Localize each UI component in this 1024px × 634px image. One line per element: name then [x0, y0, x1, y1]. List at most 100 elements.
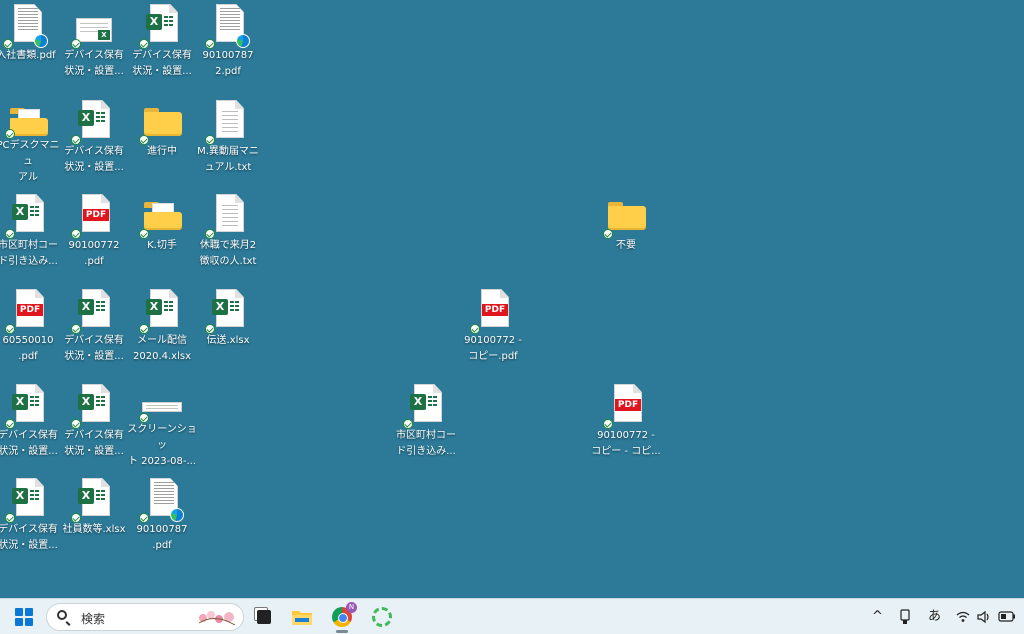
- green-ring-app-button[interactable]: [368, 603, 396, 631]
- text-file-icon: [205, 100, 248, 145]
- excel-icon: X: [5, 194, 48, 239]
- desktop-icon-screenshot[interactable]: スクリーンショッ ト 2023-08-...: [127, 380, 197, 470]
- excel-icon: X: [71, 289, 114, 334]
- icon-label: 入社書類.pdf: [0, 50, 56, 61]
- wifi-icon[interactable]: [956, 611, 970, 623]
- pdf-scan-icon: [139, 478, 184, 523]
- sync-check-icon: [71, 135, 81, 145]
- sync-check-icon: [139, 39, 149, 49]
- excel-icon: X: [5, 384, 48, 429]
- desktop-icon-excel[interactable]: X メール配信 2020.4.xlsx: [130, 285, 194, 375]
- icon-label: デバイス保有 状況・設置...: [64, 50, 124, 77]
- desktop-icon-excel[interactable]: X デバイス保有 状況・設置...: [130, 0, 194, 90]
- icon-label: デバイス保有 状況・設置...: [64, 335, 124, 362]
- excel-icon: X: [71, 384, 114, 429]
- desktop-icon-excel[interactable]: X デバイス保有 状況・設置...: [62, 380, 126, 470]
- sync-check-icon: [139, 513, 149, 523]
- task-view-button[interactable]: [250, 603, 278, 631]
- icon-label: デバイス保有 状況・設置...: [0, 430, 58, 457]
- desktop-icon-excel[interactable]: X 伝送.xlsx: [196, 285, 260, 375]
- volume-icon[interactable]: [976, 610, 992, 624]
- icon-label: 休職で来月2 徴収の人.txt: [199, 240, 257, 267]
- ime-indicator[interactable]: あ: [928, 607, 941, 627]
- icon-label: 不要: [616, 240, 636, 251]
- icon-label: 60550010 .pdf: [2, 335, 54, 362]
- start-button[interactable]: [10, 603, 38, 631]
- icon-label: デバイス保有 状況・設置...: [64, 146, 124, 173]
- icon-label: デバイス保有 状況・設置...: [64, 430, 124, 457]
- icon-label: 進行中: [147, 146, 177, 157]
- excel-icon: X: [5, 478, 48, 523]
- desktop-icon-pdf[interactable]: PDF 60550010 .pdf: [0, 285, 60, 375]
- sync-check-icon: [71, 513, 81, 523]
- desktop-icon-pdf[interactable]: 90100787 2.pdf: [196, 0, 260, 90]
- pdf-icon: PDF: [603, 384, 646, 429]
- desktop-icon-pdf[interactable]: 90100787 .pdf: [130, 474, 194, 564]
- task-view-icon: [257, 610, 271, 624]
- icon-label: 90100772 - コピー - コピ...: [591, 430, 661, 457]
- icon-label: 伝送.xlsx: [206, 335, 250, 346]
- sync-check-icon: [5, 513, 15, 523]
- folder-icon: [139, 100, 182, 145]
- desktop-icon-folder[interactable]: PCデスクマニュ アル: [0, 96, 60, 186]
- sync-check-icon: [5, 419, 15, 429]
- search-placeholder: 検索: [81, 612, 106, 626]
- desktop-icon-excel[interactable]: X デバイス保有 状況・設置...: [62, 0, 126, 90]
- icon-label: 市区町村コー ド引き込み...: [0, 240, 58, 267]
- usb-device-icon[interactable]: [900, 609, 910, 625]
- edge-icon: [236, 34, 250, 48]
- file-explorer-button[interactable]: [288, 603, 316, 631]
- desktop-icon-excel[interactable]: X 市区町村コー ド引き込み...: [394, 380, 458, 470]
- search-icon: [57, 610, 67, 620]
- desktop-icon-folder[interactable]: 不要: [594, 190, 658, 280]
- sync-check-icon: [139, 413, 149, 423]
- desktop-icon-folder[interactable]: K.切手: [130, 190, 194, 280]
- sync-check-icon: [205, 324, 215, 334]
- desktop-icon-excel[interactable]: X デバイス保有 状況・設置...: [0, 380, 60, 470]
- icon-label: 90100787 .pdf: [136, 524, 188, 551]
- desktop-icon-pdf[interactable]: PDF 90100772 - コピー.pdf: [461, 285, 525, 375]
- desktop-icon-excel[interactable]: X 社員数等.xlsx: [62, 474, 126, 564]
- sync-check-icon: [205, 135, 215, 145]
- icon-label: スクリーンショッ ト 2023-08-...: [127, 424, 197, 467]
- desktop-icon-excel[interactable]: X デバイス保有 状況・設置...: [62, 96, 126, 186]
- desktop-icon-pdf[interactable]: 入社書類.pdf: [0, 0, 58, 90]
- sync-check-icon: [71, 419, 81, 429]
- pdf-scan-icon: [205, 4, 250, 49]
- desktop-icon-excel[interactable]: X デバイス保有 状況・設置...: [0, 474, 60, 564]
- battery-icon[interactable]: [998, 611, 1016, 622]
- folder-icon: [139, 194, 182, 239]
- icon-label: 90100772 - コピー.pdf: [464, 335, 522, 362]
- folder-icon: [603, 194, 646, 239]
- excel-icon: X: [139, 4, 182, 49]
- sync-check-icon: [71, 39, 81, 49]
- sync-check-icon: [403, 419, 413, 429]
- desktop-icon-excel[interactable]: X デバイス保有 状況・設置...: [62, 285, 126, 375]
- desktop-icon-text[interactable]: M.異動届マニ ュアル.txt: [196, 96, 260, 186]
- edge-icon: [170, 508, 184, 522]
- running-indicator: [336, 630, 348, 633]
- excel-icon: X: [71, 100, 114, 145]
- chrome-button[interactable]: N: [328, 602, 357, 633]
- desktop-icon-pdf[interactable]: PDF 90100772 .pdf: [62, 190, 126, 280]
- sync-check-icon: [603, 229, 613, 239]
- desktop-icon-excel[interactable]: X 市区町村コー ド引き込み...: [0, 190, 60, 280]
- pdf-icon: PDF: [470, 289, 513, 334]
- icon-label: デバイス保有 状況・設置...: [0, 524, 58, 551]
- excel-icon: X: [71, 478, 114, 523]
- taskbar-search-box[interactable]: 検索: [46, 603, 244, 631]
- show-hidden-icons-chevron[interactable]: ^: [872, 607, 883, 627]
- sync-check-icon: [71, 229, 81, 239]
- sync-check-icon: [139, 229, 149, 239]
- sync-check-icon: [470, 324, 480, 334]
- sync-check-icon: [71, 324, 81, 334]
- sync-check-icon: [3, 39, 13, 49]
- desktop-icon-folder[interactable]: 進行中: [130, 96, 194, 186]
- desktop-icon-text[interactable]: 休職で来月2 徴収の人.txt: [196, 190, 260, 280]
- excel-thumbnail-icon: X: [71, 4, 114, 49]
- pdf-icon: PDF: [5, 289, 48, 334]
- sync-check-icon: [5, 129, 15, 139]
- icon-label: デバイス保有 状況・設置...: [132, 50, 192, 77]
- excel-icon: X: [139, 289, 182, 334]
- desktop-icon-pdf[interactable]: PDF 90100772 - コピー - コピ...: [591, 380, 661, 470]
